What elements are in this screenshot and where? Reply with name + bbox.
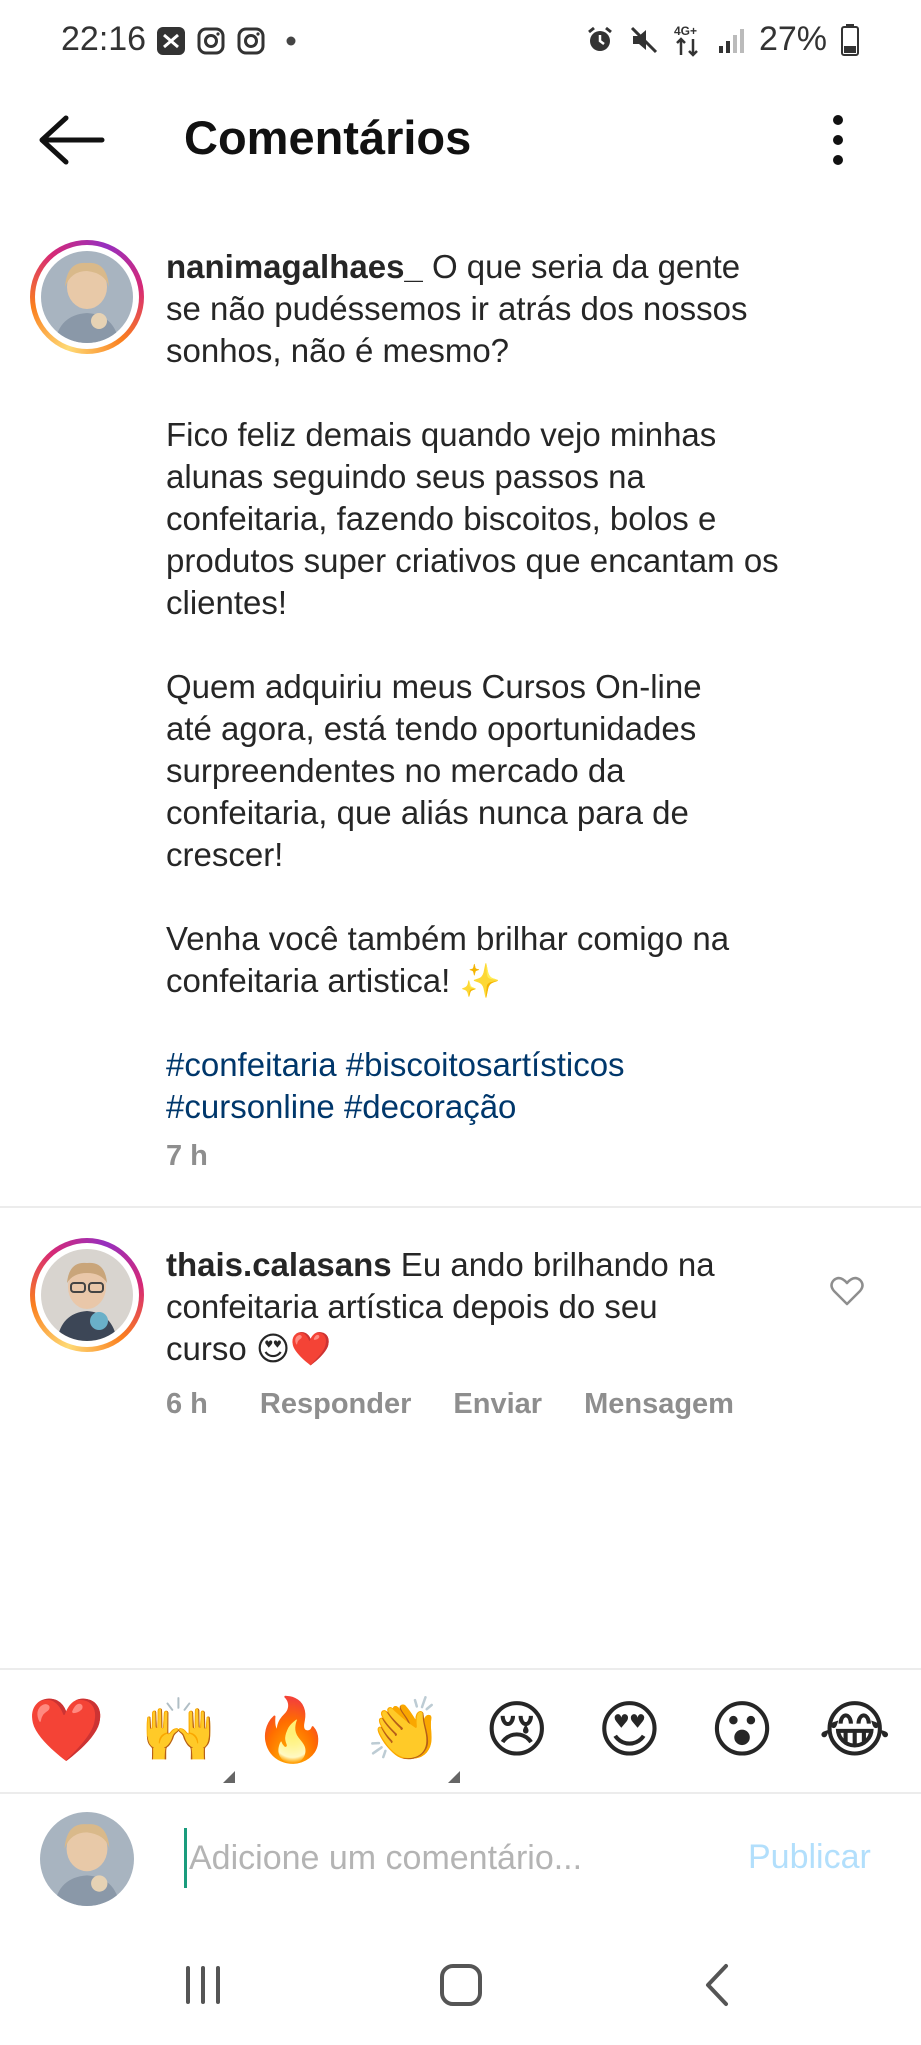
alarm-icon: [588, 26, 612, 51]
battery-percent: 27%: [758, 20, 827, 58]
caption-time: 7 h: [166, 1140, 208, 1172]
profile-picture: [40, 1812, 134, 1906]
comment-item: thais.calasans Eu ando brilhando na conf…: [0, 1238, 921, 1438]
emoji-heart-eyes[interactable]: 😍: [589, 1691, 669, 1771]
network-icon: 4G+: [674, 24, 698, 57]
comment-meta: 6 h Responder Enviar Mensagem: [166, 1388, 734, 1421]
battery-icon: [841, 23, 859, 56]
profile-picture: [41, 251, 133, 343]
header: Comentários: [0, 84, 921, 196]
caption-text: nanimagalhaes_ O que seria da gente se n…: [166, 246, 846, 1128]
hashtag-line[interactable]: #confeitaria #biscoitosartísticos: [166, 1046, 625, 1083]
page-title: Comentários: [184, 111, 472, 164]
home-icon[interactable]: [438, 1962, 484, 2008]
avatar: [40, 1812, 134, 1906]
back-nav-icon[interactable]: [696, 1962, 742, 2008]
mute-icon: [630, 26, 657, 53]
comment-time: 6 h: [166, 1388, 208, 1420]
status-time: 22:16: [61, 20, 147, 58]
emoji-surprised[interactable]: 😮: [702, 1691, 782, 1771]
comment-username[interactable]: thais.calasans: [166, 1246, 392, 1283]
recent-apps-icon[interactable]: [180, 1962, 226, 2008]
avatar[interactable]: [30, 240, 144, 354]
avatar-photo: [41, 251, 133, 343]
emoji-crying[interactable]: 😢: [477, 1691, 557, 1771]
comment-composer: Publicar: [0, 1794, 921, 1924]
x-app-icon: [157, 27, 185, 55]
signal-icon: [718, 28, 744, 53]
skin-tone-indicator: [222, 1771, 235, 1783]
avatar-photo: [41, 1249, 133, 1341]
publish-button[interactable]: Publicar: [748, 1838, 871, 1877]
instagram-icon: [237, 27, 265, 55]
emoji-raised-hands[interactable]: 🙌: [139, 1691, 235, 1783]
caption-meta: 7 h: [166, 1140, 208, 1173]
emoji-fire[interactable]: 🔥: [252, 1691, 332, 1771]
avatar[interactable]: [30, 1238, 144, 1352]
more-vertical-icon[interactable]: [820, 112, 856, 168]
emoji-heart[interactable]: ❤️: [26, 1691, 106, 1771]
reply-button[interactable]: Responder: [260, 1388, 411, 1421]
system-nav-bar: [0, 1924, 921, 2045]
skin-tone-indicator: [448, 1771, 461, 1783]
message-button[interactable]: Mensagem: [584, 1388, 734, 1421]
divider: [0, 1206, 921, 1208]
hashtag-line[interactable]: #cursonline #decoração: [166, 1088, 516, 1125]
post-caption: nanimagalhaes_ O que seria da gente se n…: [0, 240, 921, 1204]
heart-icon[interactable]: [830, 1276, 864, 1306]
instagram-icon: [197, 27, 225, 55]
svg-text:4G+: 4G+: [674, 24, 697, 38]
send-button[interactable]: Enviar: [453, 1388, 542, 1421]
emoji-bar: ❤️ 🙌 🔥 👏 😢 😍 😮 😂: [0, 1668, 921, 1794]
status-bar: 22:16 4G+ 27%: [0, 0, 921, 84]
dot-icon: [286, 36, 296, 46]
caption-username[interactable]: nanimagalhaes_: [166, 248, 423, 285]
back-arrow-icon[interactable]: [36, 114, 106, 166]
emoji-clap[interactable]: 👏: [364, 1691, 461, 1783]
profile-picture: [41, 1249, 133, 1341]
status-right: 4G+ 27%: [585, 20, 859, 59]
comment-text: thais.calasans Eu ando brilhando na conf…: [166, 1244, 806, 1370]
caption-body: O que seria da gente se não pudéssemos i…: [166, 248, 779, 999]
comment-input[interactable]: [184, 1828, 724, 1888]
emoji-laughing[interactable]: 😂: [815, 1691, 895, 1771]
